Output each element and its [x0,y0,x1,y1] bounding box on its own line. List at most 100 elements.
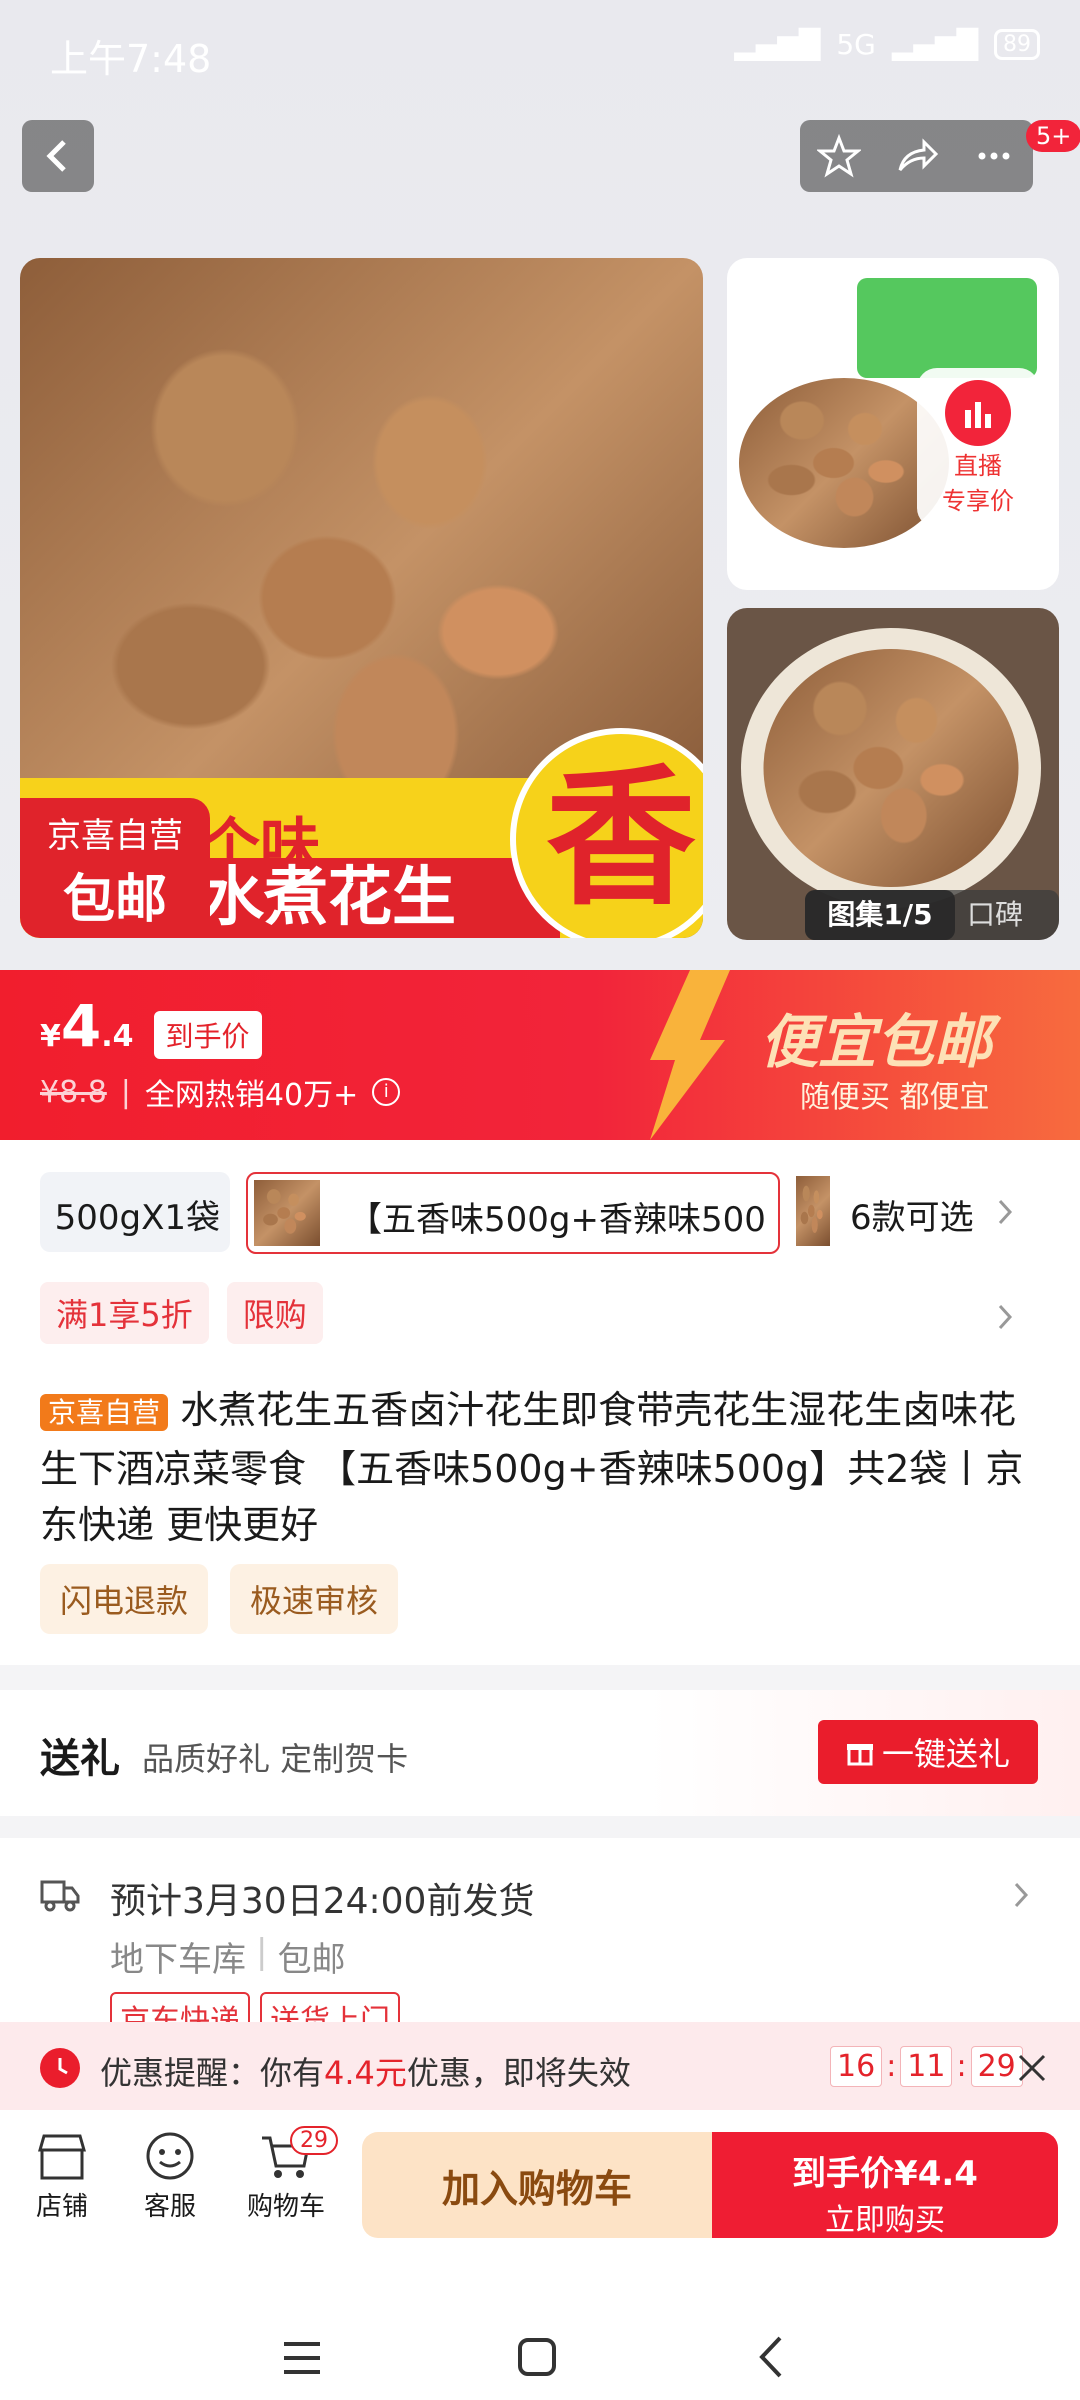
live-icon [945,380,1011,446]
message-badge: 5+ [1026,120,1080,152]
thumbnail-image-2[interactable]: 图集1/5 口碑 [727,608,1059,940]
service-label: 客服 [143,2192,196,2222]
album-counter[interactable]: 图集1/5 [805,890,955,940]
gift-subtitle: 品质好礼 定制贺卡 [142,1740,409,1778]
buy-now-label: 立即购买 [825,2203,945,2238]
variant-label-2: 【五香味500g+香辣味500 [348,1200,766,1240]
chevron-right-icon [1014,1882,1029,1908]
product-header: 上午7:48 ▂▄▆█ 5G ▂▄▆█ 89 5+ 就是这个味 水煮花生 香 京… [0,0,1080,970]
main-product-image[interactable]: 就是这个味 水煮花生 香 京喜自营 包邮 [20,258,703,938]
promo-subtitle: 随便买 都便宜 [800,1080,990,1115]
chevron-left-icon [46,140,66,172]
buy-price: 到手价¥4.4 [792,2154,978,2194]
network-label: 5G [836,28,876,61]
promo-tag-discount[interactable]: 满1享5折 [40,1282,209,1344]
plate-graphic [741,628,1041,908]
thumbnail-image-1[interactable]: 直播 专享价 [727,258,1059,590]
shipping-estimate: 预计3月30日24:00前发货 [110,1881,535,1922]
buy-now-button[interactable]: 到手价¥4.4 立即购买 [712,2132,1058,2238]
timer-hours: 16 [830,2046,883,2087]
signal-icon-2: ▂▄▆█ [891,28,978,61]
reminder-amount: 4.4元 [324,2054,407,2092]
menu-icon[interactable] [280,2338,324,2378]
price-main: 4 [60,992,102,1060]
chevron-right-icon[interactable] [994,1195,1018,1229]
add-to-cart-button[interactable]: 加入购物车 [362,2132,712,2238]
jx-badge-line2: 包邮 [62,870,167,930]
back-button[interactable] [22,120,94,192]
timer-minutes: 11 [900,2046,953,2087]
shipping-tag-jd: 京东快递 [110,1992,250,2023]
reviews-tab[interactable]: 口碑 [967,890,1023,940]
close-icon[interactable] [1016,2052,1048,2084]
service-tag-refund: 闪电退款 [40,1564,209,1634]
countdown-timer: 16: 11: 29 [830,2046,1023,2087]
discount-reminder: 优惠提醒：你有4.4元优惠，即将失效 16: 11: 29 [0,2022,1080,2114]
shipping-location: 地下车库 [110,1940,246,1980]
price-display: ¥ 4 .4 到手价 [40,992,262,1060]
shipping-free: 包邮 [277,1940,346,1980]
product-title-block: 京喜自营 水煮花生五香卤汁花生即食带壳花生湿花生卤味花生下酒凉菜零食 【五香味5… [40,1382,1040,1553]
reminder-text: 优惠提醒：你有4.4元优惠，即将失效 [100,2048,631,2094]
customer-service-icon [146,2132,194,2180]
shipping-card[interactable]: 预计3月30日24:00前发货 地下车库 | 包邮 京东快递 送货上门 [0,1838,1080,2023]
variant-thumb-2 [254,1180,320,1246]
sales-count: 全网热销40万+ [144,1078,359,1113]
promo-tags: 满1享5折 限购 [40,1282,323,1344]
store-icon [38,2134,86,2180]
gift-button-label: 一键送礼 [881,1735,1010,1773]
promo-tag-limit[interactable]: 限购 [226,1282,323,1344]
lightning-icon [650,970,730,1140]
share-icon[interactable] [894,134,939,178]
reminder-prefix: 优惠提醒：你有 [100,2054,325,2092]
price-bar: ¥ 4 .4 到手价 ¥8.8 | 全网热销40万+ i 便宜包邮 随便买 都便… [0,970,1080,1140]
system-nav-bar [0,2250,1080,2400]
back-nav-icon[interactable] [756,2334,786,2380]
store-tag: 京喜自营 [40,1393,169,1431]
bottom-action-bar: 店铺 客服 购物车 29 加入购物车 到手价¥4.4 立即购买 [0,2110,1080,2250]
status-icons: ▂▄▆█ 5G ▂▄▆█ 89 [734,28,1040,61]
header-actions [800,120,1033,192]
live-price-badge[interactable]: 直播 专享价 [917,368,1039,528]
price-currency: ¥ [40,1019,61,1054]
shop-button[interactable]: 店铺 [30,2132,94,2223]
product-info-card: 500gX1袋 【五香味500g+香辣味500 6款可选 满1享5折 限购 京喜… [0,1140,1080,1665]
variant-option-2[interactable]: 【五香味500g+香辣味500 [246,1172,780,1254]
home-icon[interactable] [516,2336,560,2380]
gift-icon [846,1744,873,1766]
more-icon[interactable] [972,134,1016,178]
gift-title: 送礼 [40,1736,120,1782]
live-label: 直播 [954,452,1002,480]
live-sub-label: 专享价 [942,487,1014,515]
product-title: 水煮花生五香卤汁花生即食带壳花生湿花生卤味花生下酒凉菜零食 【五香味500g+香… [40,1388,1024,1547]
shipping-location-row: 地下车库 | 包邮 [110,1932,346,1980]
service-tags: 闪电退款 极速审核 [40,1564,399,1634]
variant-thumb-3[interactable] [796,1176,830,1246]
variant-count[interactable]: 6款可选 [850,1190,974,1239]
clock-icon [40,2048,80,2088]
truck-icon [40,1880,80,1912]
cart-count-badge: 29 [290,2126,338,2155]
chevron-right-icon[interactable] [994,1300,1018,1334]
info-icon[interactable]: i [372,1078,401,1106]
timer-seconds: 29 [970,2046,1023,2087]
final-price-tag: 到手价 [153,1011,262,1059]
reminder-suffix: 优惠，即将失效 [406,2054,631,2092]
service-tag-review: 极速审核 [230,1564,399,1634]
status-bar: 上午7:48 ▂▄▆█ 5G ▂▄▆█ 89 [0,0,1080,100]
shop-label: 店铺 [35,2192,88,2222]
shipping-tags: 京东快递 送货上门 [110,1992,400,2023]
variant-label-1: 500gX1袋 [54,1198,220,1238]
price-sub-row: ¥8.8 | 全网热销40万+ i [40,1070,401,1114]
variant-option-1[interactable]: 500gX1袋 [40,1172,230,1252]
shipping-tag-door: 送货上门 [260,1992,400,2023]
gift-button[interactable]: 一键送礼 [818,1720,1038,1784]
overlay-text-2: 水煮花生 [180,858,560,938]
star-icon[interactable] [816,134,861,178]
cart-label: 购物车 [246,2192,325,2222]
status-time: 上午7:48 [50,37,212,81]
jx-badge-line1: 京喜自营 [47,816,183,856]
service-button[interactable]: 客服 [138,2132,202,2223]
original-price: ¥8.8 [40,1074,107,1110]
battery-icon: 89 [994,29,1040,60]
